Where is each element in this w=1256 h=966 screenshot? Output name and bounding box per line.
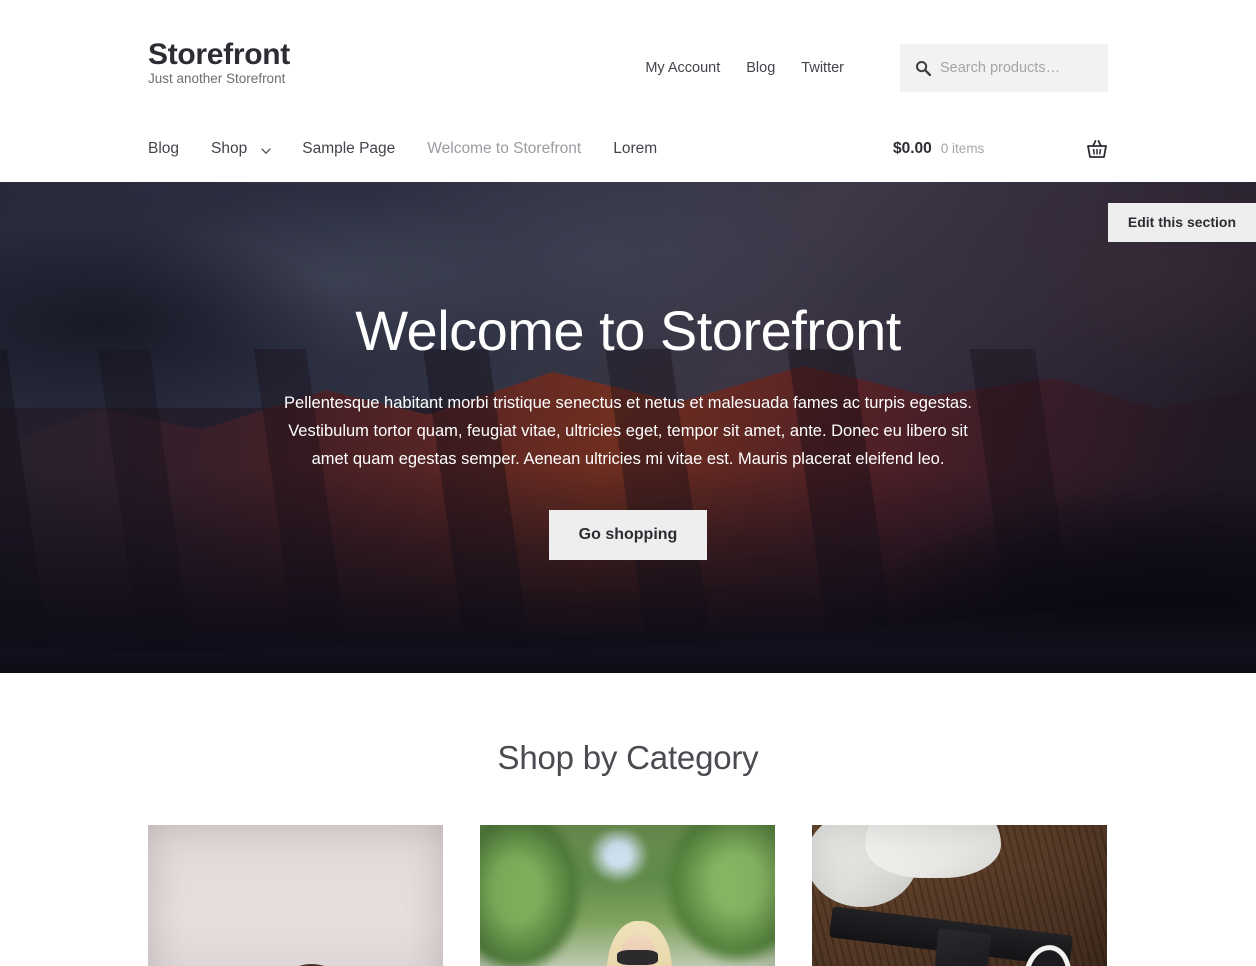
nav-item-shop[interactable]: Shop — [211, 140, 271, 158]
go-shopping-button[interactable]: Go shopping — [548, 509, 708, 560]
nav-link-lorem[interactable]: Lorem — [613, 140, 657, 158]
nav-item-welcome-to-storefront[interactable]: Welcome to Storefront — [427, 140, 581, 158]
search-icon — [915, 60, 932, 77]
cart-item-count: 0 items — [940, 141, 985, 156]
site-title[interactable]: Storefront — [148, 38, 290, 71]
hero-content: Welcome to Storefront Pellentesque habit… — [233, 182, 1023, 560]
secondary-nav-item-blog[interactable]: Blog — [746, 60, 775, 76]
category-card-accessories[interactable] — [812, 825, 1107, 966]
nav-item-lorem[interactable]: Lorem — [613, 140, 657, 158]
product-search-form — [900, 44, 1108, 92]
storefront-homepage: Storefront Just another Storefront My Ac… — [0, 0, 1256, 966]
secondary-navigation: My Account Blog Twitter — [645, 60, 844, 76]
secondary-nav-item-twitter[interactable]: Twitter — [801, 60, 844, 76]
nav-link-sample-page[interactable]: Sample Page — [302, 140, 395, 158]
section-title-shop-by-category: Shop by Category — [497, 739, 759, 776]
image-vignette — [480, 825, 775, 966]
header-container: Storefront Just another Storefront My Ac… — [148, 0, 1108, 92]
header-top-row: Storefront Just another Storefront My Ac… — [148, 0, 1108, 92]
category-card-men[interactable] — [148, 825, 443, 966]
category-card-women[interactable] — [480, 825, 775, 966]
site-branding: Storefront Just another Storefront — [148, 38, 290, 86]
cart-summary: $0.00 0 items — [893, 140, 984, 158]
chevron-down-icon[interactable] — [260, 144, 271, 154]
nav-link-welcome-to-storefront[interactable]: Welcome to Storefront — [427, 140, 581, 158]
nav-link-blog[interactable]: Blog — [148, 140, 179, 158]
image-vignette — [148, 825, 443, 966]
shop-by-category-section: Shop by Category — [0, 673, 1256, 966]
header-right-group: My Account Blog Twitter — [645, 38, 1108, 92]
image-vignette — [812, 825, 1107, 966]
edit-this-section-button[interactable]: Edit this section — [1107, 203, 1256, 242]
search-input[interactable] — [900, 44, 1108, 92]
hero-description: Pellentesque habitant morbi tristique se… — [284, 393, 972, 469]
site-header: Storefront Just another Storefront My Ac… — [0, 0, 1256, 182]
site-tagline: Just another Storefront — [148, 71, 286, 86]
cart-contents[interactable]: $0.00 0 items — [893, 138, 1108, 160]
main-navigation-bar: Blog Shop Sample Page Welcome to Storefr… — [0, 126, 1256, 182]
primary-menu: Blog Shop Sample Page Welcome to Storefr… — [148, 140, 689, 158]
hero-title: Welcome to Storefront — [355, 299, 901, 362]
cart-amount: $0.00 — [893, 140, 932, 157]
main-navigation-inner: Blog Shop Sample Page Welcome to Storefr… — [148, 126, 1108, 172]
cart-basket-icon[interactable] — [1086, 138, 1108, 160]
category-grid — [148, 825, 1108, 966]
hero-section: Edit this section Welcome to Storefront … — [0, 182, 1256, 673]
secondary-nav-item-my-account[interactable]: My Account — [645, 60, 720, 76]
nav-item-blog[interactable]: Blog — [148, 140, 179, 158]
nav-item-sample-page[interactable]: Sample Page — [302, 140, 395, 158]
nav-link-shop[interactable]: Shop — [211, 140, 247, 158]
